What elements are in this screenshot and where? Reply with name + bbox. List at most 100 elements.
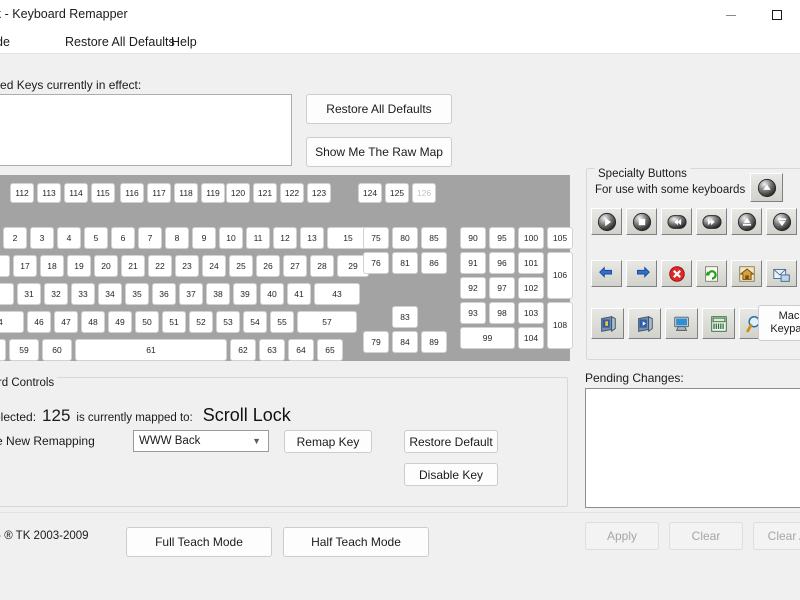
remap-key-button[interactable]: Remap Key [284, 430, 372, 453]
key-106[interactable]: 106 [547, 252, 573, 299]
key-25[interactable]: 25 [229, 255, 253, 277]
key-55[interactable]: 55 [270, 311, 294, 333]
key-118[interactable]: 118 [174, 183, 198, 203]
key-36[interactable]: 36 [152, 283, 176, 305]
key-63[interactable]: 63 [259, 339, 285, 361]
my-computer-button[interactable] [665, 308, 698, 339]
key-102[interactable]: 102 [518, 277, 544, 299]
full-teach-mode-button[interactable]: Full Teach Mode [126, 527, 272, 557]
keyboard-map[interactable]: 1101121131141151161171181191201211221231… [0, 175, 573, 361]
restore-all-defaults-button[interactable]: Restore All Defaults [306, 94, 452, 124]
key-108[interactable]: 108 [547, 302, 573, 349]
key-93[interactable]: 93 [460, 302, 486, 324]
show-raw-map-button[interactable]: Show Me The Raw Map [306, 137, 452, 167]
half-teach-mode-button[interactable]: Half Teach Mode [283, 527, 429, 557]
key-95[interactable]: 95 [489, 227, 515, 249]
pending-changes-list[interactable] [585, 388, 800, 508]
menu-item-teach-mode[interactable]: ch Mode [0, 34, 14, 50]
calculator-button[interactable] [702, 308, 735, 339]
key-123[interactable]: 123 [307, 183, 331, 203]
key-30[interactable]: 30 [0, 283, 14, 305]
key-41[interactable]: 41 [287, 283, 311, 305]
key-103[interactable]: 103 [518, 302, 544, 324]
volume-up-button[interactable] [731, 208, 762, 235]
restore-default-button[interactable]: Restore Default [404, 430, 498, 453]
key-90[interactable]: 90 [460, 227, 486, 249]
key-98[interactable]: 98 [489, 302, 515, 324]
key-12[interactable]: 12 [273, 227, 297, 249]
key-26[interactable]: 26 [256, 255, 280, 277]
key-19[interactable]: 19 [67, 255, 91, 277]
remapped-keys-list[interactable]: ne [0, 94, 292, 166]
key-7[interactable]: 7 [138, 227, 162, 249]
key-119[interactable]: 119 [201, 183, 225, 203]
key-8[interactable]: 8 [165, 227, 189, 249]
key-126[interactable]: 126 [412, 183, 436, 203]
key-86[interactable]: 86 [421, 252, 447, 274]
key-11[interactable]: 11 [246, 227, 270, 249]
key-24[interactable]: 24 [202, 255, 226, 277]
key-117[interactable]: 117 [147, 183, 171, 203]
key-17[interactable]: 17 [13, 255, 37, 277]
media-select-button[interactable] [628, 308, 661, 339]
key-100[interactable]: 100 [518, 227, 544, 249]
key-35[interactable]: 35 [125, 283, 149, 305]
eject-button[interactable] [750, 173, 783, 202]
key-39[interactable]: 39 [233, 283, 257, 305]
key-60[interactable]: 60 [42, 339, 72, 361]
key-62[interactable]: 62 [230, 339, 256, 361]
key-38[interactable]: 38 [206, 283, 230, 305]
new-remapping-dropdown[interactable]: WWW Back ▼ [133, 430, 269, 452]
key-84[interactable]: 84 [392, 331, 418, 353]
key-89[interactable]: 89 [421, 331, 447, 353]
next-track-button[interactable] [696, 208, 727, 235]
key-79[interactable]: 79 [363, 331, 389, 353]
key-44[interactable]: 44 [0, 311, 24, 333]
key-59[interactable]: 59 [9, 339, 39, 361]
key-49[interactable]: 49 [108, 311, 132, 333]
key-116[interactable]: 116 [120, 183, 144, 203]
key-125[interactable]: 125 [385, 183, 409, 203]
key-113[interactable]: 113 [37, 183, 61, 203]
key-61[interactable]: 61 [75, 339, 227, 361]
key-9[interactable]: 9 [192, 227, 216, 249]
key-18[interactable]: 18 [40, 255, 64, 277]
key-23[interactable]: 23 [175, 255, 199, 277]
key-40[interactable]: 40 [260, 283, 284, 305]
key-104[interactable]: 104 [518, 327, 544, 349]
key-31[interactable]: 31 [17, 283, 41, 305]
browser-stop-button[interactable] [661, 260, 692, 287]
key-121[interactable]: 121 [253, 183, 277, 203]
key-101[interactable]: 101 [518, 252, 544, 274]
key-105[interactable]: 105 [547, 227, 573, 249]
key-3[interactable]: 3 [30, 227, 54, 249]
key-13[interactable]: 13 [300, 227, 324, 249]
key-33[interactable]: 33 [71, 283, 95, 305]
key-96[interactable]: 96 [489, 252, 515, 274]
key-50[interactable]: 50 [135, 311, 159, 333]
minimize-button[interactable] [708, 0, 754, 30]
previous-track-button[interactable] [661, 208, 692, 235]
key-64[interactable]: 64 [288, 339, 314, 361]
key-16[interactable]: 16 [0, 255, 10, 277]
menu-item-restore-all-defaults[interactable]: Restore All Defaults [61, 34, 179, 50]
key-97[interactable]: 97 [489, 277, 515, 299]
key-114[interactable]: 114 [64, 183, 88, 203]
browser-home-button[interactable] [731, 260, 762, 287]
key-6[interactable]: 6 [111, 227, 135, 249]
key-99[interactable]: 99 [460, 327, 515, 349]
browser-refresh-button[interactable] [696, 260, 727, 287]
key-91[interactable]: 91 [460, 252, 486, 274]
key-120[interactable]: 120 [226, 183, 250, 203]
menu-item-help[interactable]: Help [167, 34, 201, 50]
key-47[interactable]: 47 [54, 311, 78, 333]
key-65[interactable]: 65 [317, 339, 343, 361]
mail-button[interactable] [766, 260, 797, 287]
key-48[interactable]: 48 [81, 311, 105, 333]
key-21[interactable]: 21 [121, 255, 145, 277]
key-124[interactable]: 124 [358, 183, 382, 203]
browser-forward-button[interactable] [626, 260, 657, 287]
key-20[interactable]: 20 [94, 255, 118, 277]
key-54[interactable]: 54 [243, 311, 267, 333]
key-122[interactable]: 122 [280, 183, 304, 203]
